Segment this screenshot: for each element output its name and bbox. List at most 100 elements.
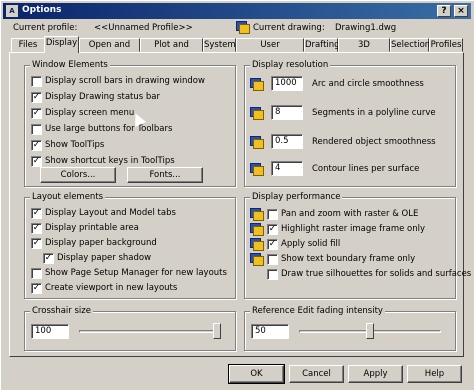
check-mark-icon: ✓ (32, 92, 41, 102)
tab-open-and-save[interactable]: Open and Save (79, 38, 140, 62)
check-mark-icon: ✓ (268, 239, 277, 249)
tab-system[interactable]: System (203, 38, 236, 52)
fading-intensity-input[interactable]: 50 (251, 324, 289, 339)
field-label: Rendered object smoothness (312, 137, 436, 147)
checkbox-label: Display Drawing status bar (45, 92, 160, 102)
colors-button[interactable]: Colors... (40, 167, 116, 183)
help-button[interactable]: Help (407, 365, 462, 383)
window-elements-group: Window Elements Display scroll bars in d… (24, 60, 236, 187)
display-resolution-group: Display resolution 1000 Arc and circle s… (244, 60, 456, 187)
large-buttons-checkbox[interactable] (31, 124, 42, 135)
close-button[interactable]: × (454, 5, 468, 17)
crosshair-slider-thumb[interactable] (213, 323, 221, 339)
solid-fill-checkbox[interactable]: ✓ (267, 239, 278, 250)
check-mark-icon: ✓ (32, 156, 41, 166)
drawing-icon (250, 223, 264, 236)
scroll-bars-checkbox[interactable] (31, 76, 42, 87)
raster-frame-checkbox[interactable]: ✓ (267, 224, 278, 235)
drawing-icon (250, 136, 264, 149)
polyline-segments-input[interactable]: 8 (271, 105, 303, 120)
contour-lines-input[interactable]: 4 (271, 161, 303, 176)
text-boundary-checkbox[interactable] (267, 254, 278, 265)
xref-fading-group: Reference Edit fading intensity 50 (244, 306, 456, 351)
fonts-button[interactable]: Fonts... (127, 167, 203, 183)
fading-slider-thumb[interactable] (366, 323, 374, 339)
arc-smoothness-input[interactable]: 1000 (271, 76, 303, 91)
pan-zoom-raster-checkbox[interactable] (267, 209, 278, 220)
checkbox-label: Show shortcut keys in ToolTips (45, 156, 175, 166)
tab-selection[interactable]: Selection (390, 38, 431, 52)
title-bar[interactable]: A Options ? × (3, 3, 471, 19)
group-title: Window Elements (30, 60, 110, 70)
tab-display[interactable]: Display (44, 36, 79, 53)
tab-label: Display (45, 38, 78, 48)
crosshair-size-input[interactable]: 100 (31, 324, 69, 339)
autocad-app-icon: A (6, 5, 18, 17)
checkbox-label: Display printable area (45, 223, 139, 233)
current-drawing-value: Drawing1.dwg (335, 23, 397, 33)
checkbox-label: Draw true silhouettes for solids and sur… (281, 269, 472, 279)
tab-label: Selection (391, 40, 431, 50)
checkbox-label: Use large buttons for Toolbars (45, 124, 173, 134)
drawing-icon (250, 78, 264, 91)
check-mark-icon: ✓ (44, 253, 53, 263)
checkbox-label: Display scroll bars in drawing window (45, 76, 205, 86)
drawing-status-bar-checkbox[interactable]: ✓ (31, 92, 42, 103)
current-profile-label: Current profile: (13, 23, 78, 33)
checkbox-label: Show ToolTips (45, 140, 105, 150)
create-viewport-checkbox[interactable]: ✓ (31, 283, 42, 294)
ok-button[interactable]: OK (228, 364, 285, 384)
group-title: Reference Edit fading intensity (250, 306, 385, 316)
show-tooltips-checkbox[interactable]: ✓ (31, 140, 42, 151)
true-silhouettes-checkbox[interactable] (267, 269, 278, 280)
checkbox-label: Create viewport in new layouts (45, 283, 178, 293)
tab-label: Drafting (305, 40, 340, 50)
paper-shadow-checkbox[interactable]: ✓ (43, 253, 54, 264)
shortcut-keys-checkbox[interactable]: ✓ (31, 156, 42, 167)
check-mark-icon: ✓ (32, 283, 41, 293)
tab-files[interactable]: Files (11, 38, 45, 52)
check-mark-icon: ✓ (32, 140, 41, 150)
drawing-icon (250, 253, 264, 266)
crosshair-size-group: Crosshair size 100 (24, 306, 236, 351)
tab-user-preferences[interactable]: User Preferences (236, 38, 304, 62)
layout-model-tabs-checkbox[interactable]: ✓ (31, 208, 42, 219)
group-title: Crosshair size (30, 306, 93, 316)
checkbox-label: Display Layout and Model tabs (45, 208, 176, 218)
tab-drafting[interactable]: Drafting (304, 38, 340, 52)
current-drawing-label: Current drawing: (253, 23, 325, 33)
page-setup-manager-checkbox[interactable] (31, 268, 42, 279)
close-icon: × (457, 6, 465, 16)
checkbox-label: Pan and zoom with raster & OLE (281, 209, 419, 219)
tab-label: System (204, 40, 236, 50)
check-mark-icon: ✓ (32, 238, 41, 248)
cancel-button[interactable]: Cancel (289, 365, 344, 383)
display-performance-group: Display performance Pan and zoom with ra… (244, 192, 471, 299)
screen-menu-checkbox[interactable]: ✓ (31, 108, 42, 119)
group-title: Display resolution (250, 60, 331, 70)
checkbox-label: Apply solid fill (281, 239, 341, 249)
group-title: Layout elements (30, 192, 106, 202)
paper-background-checkbox[interactable]: ✓ (31, 238, 42, 249)
check-mark-icon: ✓ (268, 224, 277, 234)
tab-plot-and-publish[interactable]: Plot and Publish (140, 38, 203, 62)
checkbox-label: Display paper shadow (57, 253, 152, 263)
check-mark-icon: ✓ (32, 108, 41, 118)
help-title-button[interactable]: ? (437, 5, 451, 17)
options-dialog: A Options ? × Current profile: <<Unnamed… (0, 0, 474, 390)
drawing-icon (250, 163, 264, 176)
drawing-icon (250, 107, 264, 120)
printable-area-checkbox[interactable]: ✓ (31, 223, 42, 234)
current-profile-value: <<Unnamed Profile>> (94, 23, 193, 33)
tab-3d-modeling[interactable]: 3D Modeling (338, 38, 390, 62)
field-label: Contour lines per surface (312, 164, 420, 174)
field-label: Segments in a polyline curve (312, 108, 436, 118)
rendered-smoothness-input[interactable]: 0.5 (271, 134, 303, 149)
drawing-icon (250, 208, 264, 221)
tab-profiles[interactable]: Profiles (429, 38, 463, 52)
question-icon: ? (441, 6, 447, 16)
apply-button[interactable]: Apply (348, 365, 403, 383)
checkbox-label: Show text boundary frame only (281, 254, 416, 264)
crosshair-slider-track[interactable] (79, 330, 221, 333)
check-mark-icon: ✓ (32, 208, 41, 218)
